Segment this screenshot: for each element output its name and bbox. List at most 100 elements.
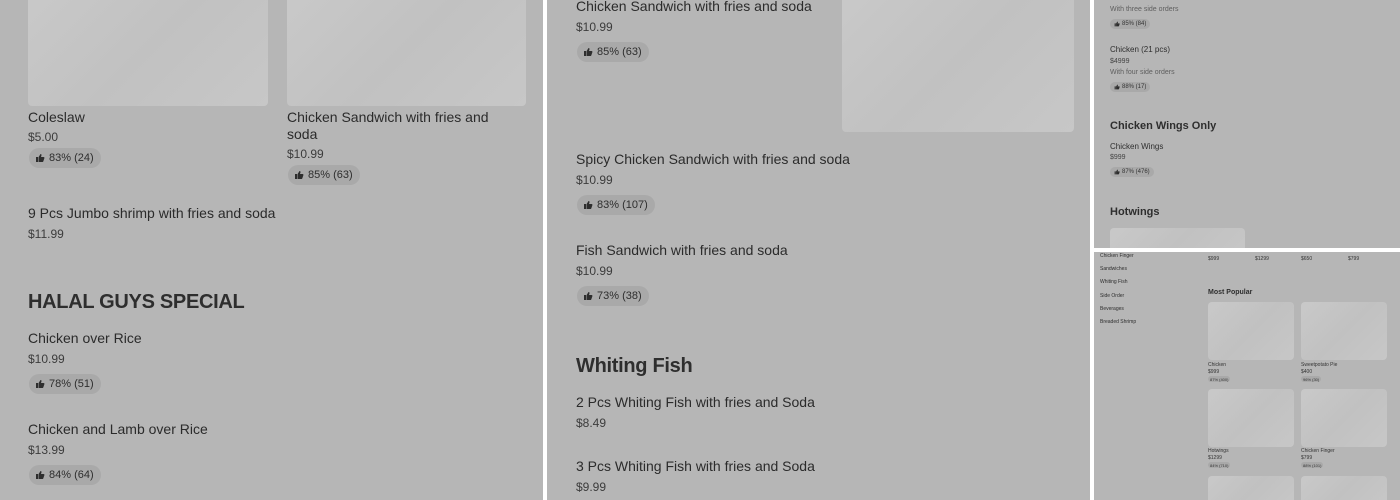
item-price: $8.49 — [576, 416, 607, 430]
rating-badge: 85% (63) — [577, 42, 649, 62]
coleslaw-image[interactable] — [28, 0, 268, 106]
section-heading: Hotwings — [1110, 206, 1160, 218]
item-price: $9.99 — [576, 480, 607, 494]
item-name[interactable]: Sweetpotato Pie — [1301, 362, 1337, 368]
rating-text: 73% (38) — [597, 290, 642, 302]
item-name[interactable]: Chicken over Rice — [28, 330, 142, 347]
menu-item-image[interactable] — [1301, 476, 1387, 500]
thumbs-up-icon — [295, 171, 304, 179]
item-price: $13.99 — [28, 443, 65, 457]
rating-badge: 83% (24) — [29, 148, 101, 168]
item-name[interactable]: 9 Pcs Jumbo shrimp with fries and soda — [28, 205, 275, 222]
item-name[interactable]: Chicken Wings — [1110, 142, 1163, 151]
rating-badge: 83% (107) — [577, 195, 655, 215]
rating-text: 84% (710) — [1210, 462, 1229, 468]
rating-text: 85% (84) — [1122, 21, 1147, 27]
section-heading: Chicken Wings Only — [1110, 120, 1217, 132]
menu-item-image[interactable] — [1208, 476, 1294, 500]
menu-panel-halal: Coleslaw $5.00 83% (24) Chicken Sandwich… — [0, 0, 543, 500]
menu-panel-sandwiches: Chicken Sandwich with fries and soda $10… — [547, 0, 1090, 500]
item-name[interactable]: Spicy Chicken Sandwich with fries and so… — [576, 151, 850, 168]
rating-badge: 96% (30) — [1301, 376, 1322, 382]
item-price: $4999 — [1110, 58, 1130, 65]
item-price: $799 — [1348, 256, 1360, 262]
thumbs-up-icon — [584, 48, 593, 56]
thumbs-up-icon — [36, 471, 45, 479]
section-heading: Most Popular — [1208, 289, 1253, 296]
hotwings-image[interactable] — [1208, 389, 1294, 447]
nav-item-sandwiches[interactable]: Sandwiches — [1100, 266, 1127, 272]
item-name[interactable]: Chicken Sandwich with fries and soda — [576, 0, 812, 15]
rating-badge: 73% (38) — [577, 286, 649, 306]
rating-text: 87% (400) — [1210, 376, 1229, 382]
nav-item-whiting-fish[interactable]: Whiting Fish — [1100, 279, 1128, 285]
chicken-finger-image[interactable] — [1301, 389, 1387, 447]
rating-badge: 87% (476) — [1110, 167, 1154, 177]
item-name[interactable]: Chicken — [1208, 362, 1226, 368]
item-name[interactable]: Hotwings — [1208, 448, 1229, 454]
item-name[interactable]: Chicken and Lamb over Rice — [28, 421, 208, 438]
menu-panel-wings: With three side orders 85% (84) Chicken … — [1094, 0, 1400, 248]
rating-badge: 85% (63) — [288, 165, 360, 185]
thumbs-up-icon — [1114, 84, 1120, 90]
rating-text: 88% (17) — [1122, 84, 1147, 90]
item-price: $5.00 — [28, 130, 59, 144]
item-name[interactable]: 2 Pcs Whiting Fish with fries and Soda — [576, 394, 815, 411]
rating-text: 87% (476) — [1122, 169, 1150, 175]
item-name[interactable]: Chicken Sandwich with fries and soda — [287, 109, 517, 143]
chicken-sandwich-image[interactable] — [842, 0, 1074, 132]
chicken-image[interactable] — [1208, 302, 1294, 360]
item-price: $1299 — [1255, 256, 1269, 262]
item-name[interactable]: Chicken Finger — [1301, 448, 1335, 454]
item-price: $10.99 — [576, 173, 613, 187]
rating-badge: 78% (51) — [29, 374, 101, 394]
rating-text: 85% (63) — [308, 169, 353, 181]
item-price: $650 — [1301, 256, 1313, 262]
item-price: $10.99 — [28, 352, 65, 366]
thumbs-up-icon — [36, 380, 45, 388]
chicken-sandwich-image[interactable] — [287, 0, 526, 106]
item-name[interactable]: Fish Sandwich with fries and soda — [576, 242, 788, 259]
nav-item-breaded-shrimp[interactable]: Breaded Shrimp — [1100, 319, 1136, 325]
item-price: $10.99 — [576, 264, 613, 278]
rating-text: 96% (30) — [1303, 376, 1320, 382]
sweetpotato-pie-image[interactable] — [1301, 302, 1387, 360]
rating-text: 88% (101) — [1303, 462, 1322, 468]
rating-text: 78% (51) — [49, 378, 94, 390]
item-price: $10.99 — [287, 147, 324, 161]
nav-item-side-order[interactable]: Side Order — [1100, 293, 1124, 299]
nav-item-beverages[interactable]: Beverages — [1100, 306, 1124, 312]
rating-text: 83% (107) — [597, 199, 648, 211]
item-price: $799 — [1301, 455, 1313, 461]
rating-badge: 88% (17) — [1110, 82, 1151, 92]
nav-item-chicken-finger[interactable]: Chicken Finger — [1100, 253, 1134, 259]
thumbs-up-icon — [584, 201, 593, 209]
item-price: $1299 — [1208, 455, 1222, 461]
menu-overview-panel: Chicken Finger Sandwiches Whiting Fish S… — [1094, 252, 1400, 500]
rating-badge: 88% (101) — [1301, 462, 1324, 468]
item-name[interactable]: Chicken (21 pcs) — [1110, 45, 1170, 54]
thumbs-up-icon — [584, 292, 593, 300]
item-price: $999 — [1208, 369, 1220, 375]
item-name[interactable]: 3 Pcs Whiting Fish with fries and Soda — [576, 458, 815, 475]
rating-badge: 84% (710) — [1208, 462, 1231, 468]
item-description: With three side orders — [1110, 6, 1179, 13]
section-heading: Whiting Fish — [576, 355, 693, 377]
rating-text: 84% (64) — [49, 469, 94, 481]
rating-badge: 87% (400) — [1208, 376, 1231, 382]
item-description: With four side orders — [1110, 69, 1175, 76]
thumbs-up-icon — [1114, 169, 1120, 175]
section-heading: HALAL GUYS SPECIAL — [28, 291, 245, 313]
rating-badge: 84% (64) — [29, 465, 101, 485]
item-price: $400 — [1301, 369, 1313, 375]
rating-text: 85% (63) — [597, 46, 642, 58]
rating-text: 83% (24) — [49, 152, 94, 164]
item-price: $10.99 — [576, 20, 613, 34]
thumbs-up-icon — [36, 154, 45, 162]
hotwings-image[interactable] — [1110, 228, 1245, 248]
rating-badge: 85% (84) — [1110, 19, 1151, 29]
thumbs-up-icon — [1114, 21, 1120, 27]
item-name[interactable]: Coleslaw — [28, 109, 85, 126]
item-price: $999 — [1208, 256, 1220, 262]
item-price: $999 — [1110, 154, 1126, 161]
